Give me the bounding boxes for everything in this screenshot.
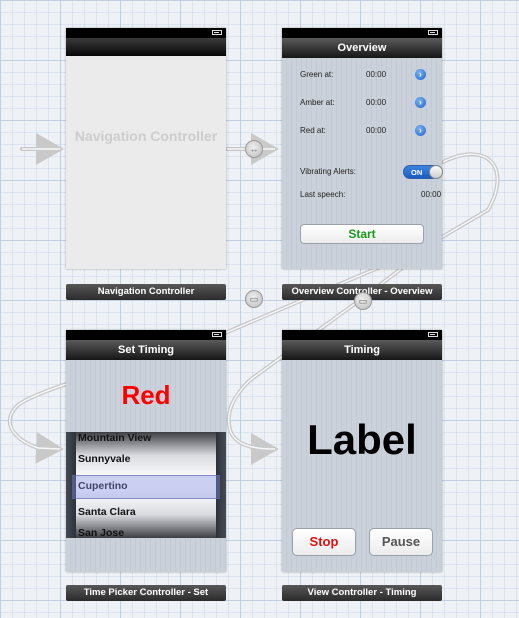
picker-item[interactable]: San Jose — [76, 523, 216, 538]
pause-button[interactable]: Pause — [369, 528, 433, 556]
navigation-controller-scene[interactable]: Navigation Controller Navigation Control… — [66, 28, 226, 306]
timing-scene[interactable]: Timing Label Stop Pause View Controller … — [282, 330, 442, 603]
last-speech-label: Last speech: — [300, 190, 346, 199]
battery-icon — [428, 30, 438, 35]
picker-item[interactable]: Santa Clara — [76, 502, 216, 522]
status-bar — [282, 28, 442, 38]
amber-at-row[interactable]: Amber at: 00:00 › — [300, 96, 434, 110]
city-picker[interactable]: Mountain View Sunnyvale Cupertino Santa … — [66, 432, 226, 538]
overview-navigation-bar: Overview — [282, 38, 442, 58]
color-label: Red — [121, 380, 171, 410]
timing-content: Label Stop Pause — [282, 360, 442, 572]
navigation-controller-view[interactable]: Navigation Controller — [66, 28, 226, 269]
relationship-segue-icon[interactable]: ↔ — [245, 140, 263, 158]
vibrating-alerts-toggle[interactable]: ON — [403, 165, 443, 179]
battery-icon — [212, 332, 222, 337]
last-speech-value: 00:00 — [421, 190, 442, 199]
chevron-right-icon[interactable]: › — [415, 69, 426, 80]
scene-label-navigation-controller[interactable]: Navigation Controller — [66, 284, 226, 300]
status-bar — [66, 330, 226, 340]
nav-controller-placeholder: Navigation Controller — [66, 56, 226, 269]
navigation-bar — [66, 38, 226, 56]
status-bar — [282, 330, 442, 340]
green-at-label: Green at: — [300, 70, 334, 79]
vibrating-alerts-row: Vibrating Alerts: ON — [300, 165, 443, 179]
red-at-label: Red at: — [300, 126, 326, 135]
overview-content: Green at: 00:00 › Amber at: 00:00 › Red … — [282, 58, 443, 269]
stop-button[interactable]: Stop — [292, 528, 356, 556]
nav-controller-placeholder-text: Navigation Controller — [74, 128, 218, 144]
battery-icon — [212, 30, 222, 35]
set-timing-content: Red Mountain View Sunnyvale Cupertino Sa… — [66, 360, 226, 572]
green-at-row[interactable]: Green at: 00:00 › — [300, 68, 434, 82]
set-timing-scene[interactable]: Set Timing Red Mountain View Sunnyvale C… — [66, 330, 226, 603]
amber-at-value: 00:00 — [366, 98, 387, 107]
scene-label-time-picker-controller[interactable]: Time Picker Controller - Set — [66, 585, 226, 601]
push-segue-icon[interactable]: ▭ — [245, 290, 263, 308]
battery-icon — [428, 332, 438, 337]
green-at-value: 00:00 — [366, 70, 387, 79]
overview-scene[interactable]: Overview Green at: 00:00 › Amber at: 00:… — [282, 28, 443, 306]
red-at-value: 00:00 — [366, 126, 387, 135]
picker-selection-indicator — [72, 475, 220, 499]
picker-item[interactable]: Mountain View — [76, 432, 216, 448]
last-speech-row: Last speech: 00:00 — [300, 188, 441, 202]
scene-label-view-controller[interactable]: View Controller - Timing — [282, 585, 442, 601]
chevron-right-icon[interactable]: › — [415, 97, 426, 108]
chevron-right-icon[interactable]: › — [415, 125, 426, 136]
toggle-on-text: ON — [411, 168, 423, 177]
timing-navigation-bar: Timing — [282, 340, 442, 360]
set-timing-view[interactable]: Set Timing Red Mountain View Sunnyvale C… — [66, 330, 226, 572]
red-at-row[interactable]: Red at: 00:00 › — [300, 124, 434, 138]
start-button[interactable]: Start — [300, 224, 424, 244]
amber-at-label: Amber at: — [300, 98, 335, 107]
timing-view[interactable]: Timing Label Stop Pause — [282, 330, 442, 572]
vibrating-alerts-label: Vibrating Alerts: — [300, 167, 356, 176]
status-bar — [66, 28, 226, 38]
set-timing-navigation-bar: Set Timing — [66, 340, 226, 360]
timer-label: Label — [307, 416, 417, 463]
picker-item[interactable]: Sunnyvale — [76, 449, 216, 469]
toggle-knob — [429, 165, 443, 179]
overview-view[interactable]: Overview Green at: 00:00 › Amber at: 00:… — [282, 28, 443, 269]
push-segue-icon[interactable]: ▭ — [354, 292, 372, 310]
